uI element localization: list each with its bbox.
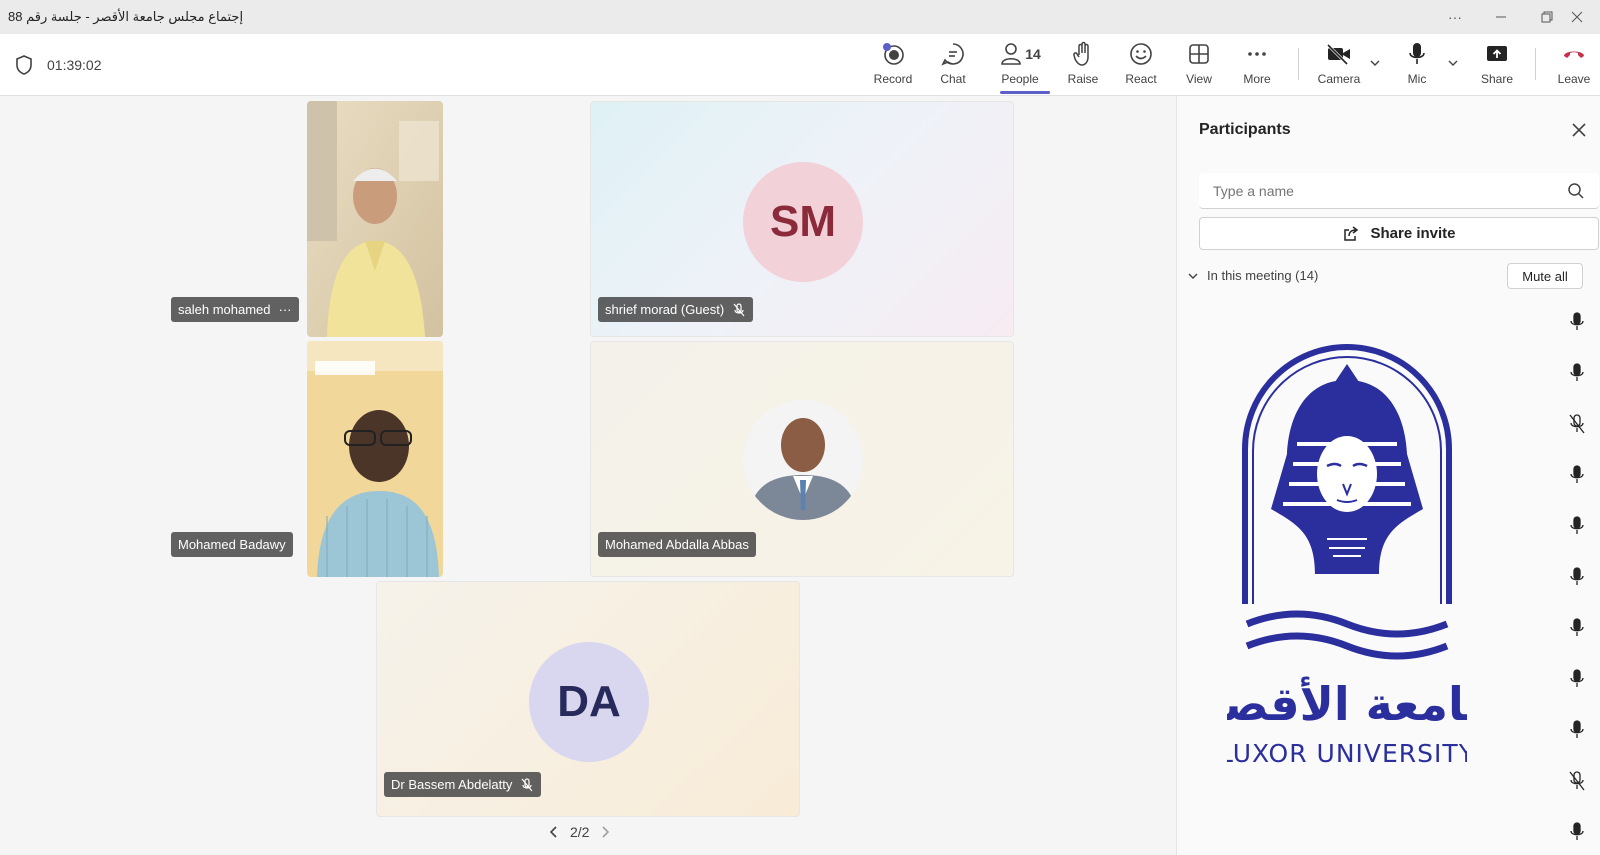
participant-mic-icon[interactable]	[1567, 668, 1587, 690]
camera-chevron-down-icon[interactable]	[1369, 57, 1381, 69]
window-title: إجتماع مجلس جامعة الأقصر - جلسة رقم 88	[8, 9, 244, 24]
participant-name: Dr Bassem Abdelatty	[391, 777, 513, 792]
leave-button[interactable]: Leave	[1552, 40, 1596, 92]
participant-mic-icon[interactable]	[1567, 362, 1587, 384]
meeting-toolbar: 01:39:02 Record Chat 14 People Raise Rea…	[0, 34, 1600, 96]
chat-label: Chat	[940, 72, 966, 86]
avatar-sm: SM	[743, 162, 863, 282]
mic-icon	[1406, 40, 1428, 68]
minimize-icon[interactable]	[1478, 0, 1524, 34]
mic-button[interactable]: Mic	[1394, 40, 1440, 92]
participant-mic-icon[interactable]	[1567, 311, 1587, 333]
mic-label: Mic	[1407, 72, 1427, 86]
more-dots-icon	[1245, 40, 1269, 68]
participant-name: shrief morad (Guest)	[605, 302, 725, 317]
more-label: More	[1243, 72, 1271, 86]
search-input[interactable]	[1213, 182, 1553, 199]
participant-video	[307, 101, 443, 337]
people-button[interactable]: 14 People	[988, 40, 1052, 92]
name-tag-saleh-mohamed: saleh mohamed ···	[171, 297, 299, 322]
logo-arabic-text: جامعة الأقصر	[1227, 676, 1467, 731]
participant-name: saleh mohamed	[178, 302, 271, 317]
toolbar-divider-2	[1535, 48, 1536, 80]
panel-title: Participants	[1199, 121, 1291, 138]
muted-mic-icon	[521, 777, 533, 791]
in-meeting-section-header[interactable]: In this meeting (14)	[1187, 268, 1318, 283]
react-label: React	[1125, 72, 1157, 86]
section-label: In this meeting (14)	[1207, 268, 1319, 283]
hang-up-icon	[1561, 40, 1587, 68]
chevron-right-icon[interactable]	[599, 825, 611, 839]
name-tag-dr-bassem-abdelatty: Dr Bassem Abdelatty	[384, 772, 542, 797]
search-icon	[1568, 183, 1584, 199]
participant-muted-mic-icon[interactable]	[1567, 770, 1587, 792]
close-icon[interactable]	[1569, 120, 1589, 140]
page-indicator: 2/2	[570, 824, 590, 840]
participants-panel: Participants Share invite In this meetin…	[1176, 96, 1600, 855]
participant-mic-icon[interactable]	[1567, 617, 1587, 639]
participant-search	[1199, 173, 1599, 209]
raise-hand-icon	[1071, 40, 1095, 68]
meeting-timer: 01:39:02	[47, 57, 102, 73]
participant-mic-icon[interactable]	[1567, 515, 1587, 537]
video-tile-saleh-mohamed[interactable]	[307, 101, 443, 337]
muted-mic-icon	[733, 302, 745, 316]
leave-label: Leave	[1557, 72, 1591, 86]
title-bar: إجتماع مجلس جامعة الأقصر - جلسة رقم 88 ·…	[0, 0, 1600, 34]
record-button[interactable]: Record	[870, 40, 916, 92]
video-stage: saleh mohamed ··· SM shrief morad (Guest…	[0, 96, 1176, 855]
view-label: View	[1186, 72, 1212, 86]
name-tag-mohamed-abdalla-abbas: Mohamed Abdalla Abbas	[598, 532, 756, 557]
mic-chevron-down-icon[interactable]	[1447, 57, 1459, 69]
name-tag-shrief-morad: shrief morad (Guest)	[598, 297, 754, 322]
gallery-pager: 2/2	[548, 824, 611, 840]
participant-muted-mic-icon[interactable]	[1567, 413, 1587, 435]
shield-icon	[16, 55, 32, 75]
participant-video	[307, 341, 443, 577]
chevron-down-icon	[1188, 273, 1198, 279]
tile-more-icon[interactable]: ···	[279, 302, 292, 317]
participant-name: Mohamed Badawy	[178, 537, 286, 552]
raise-label: Raise	[1067, 72, 1099, 86]
grid-view-icon	[1187, 40, 1211, 68]
chevron-left-icon[interactable]	[548, 825, 560, 839]
chat-button[interactable]: Chat	[930, 40, 976, 92]
participant-mic-icon[interactable]	[1567, 566, 1587, 588]
participant-mic-icon[interactable]	[1567, 821, 1587, 843]
avatar-photo	[743, 400, 863, 520]
share-icon	[1344, 225, 1359, 241]
camera-label: Camera	[1317, 72, 1361, 86]
avatar-da: DA	[529, 642, 649, 762]
share-invite-button[interactable]: Share invite	[1199, 217, 1599, 250]
close-window-icon[interactable]	[1554, 0, 1600, 34]
record-icon	[880, 40, 906, 68]
share-label: Share	[1480, 72, 1514, 86]
view-button[interactable]: View	[1176, 40, 1222, 92]
smile-icon	[1128, 40, 1154, 68]
name-tag-mohamed-badawy: Mohamed Badawy	[171, 532, 293, 557]
share-button[interactable]: Share	[1474, 40, 1520, 92]
mute-all-button[interactable]: Mute all	[1507, 263, 1583, 289]
people-count: 14	[1025, 46, 1041, 62]
participant-mic-icon[interactable]	[1567, 719, 1587, 741]
chat-icon	[940, 40, 966, 68]
share-screen-icon	[1484, 40, 1510, 68]
record-label: Record	[873, 72, 913, 86]
more-options-icon[interactable]: ···	[1432, 0, 1478, 34]
people-label: People	[1001, 72, 1039, 86]
participant-name: Mohamed Abdalla Abbas	[605, 537, 749, 552]
more-button[interactable]: More	[1234, 40, 1280, 92]
raise-hand-button[interactable]: Raise	[1060, 40, 1106, 92]
share-invite-label: Share invite	[1370, 225, 1456, 242]
react-button[interactable]: React	[1118, 40, 1164, 92]
participant-mic-icon[interactable]	[1567, 464, 1587, 486]
camera-off-icon	[1325, 40, 1353, 68]
camera-button[interactable]: Camera	[1314, 40, 1364, 92]
video-tile-mohamed-badawy[interactable]	[307, 341, 443, 577]
toolbar-divider	[1298, 48, 1299, 80]
people-icon: 14	[999, 40, 1041, 68]
logo-english-text: LUXOR UNIVERSITY	[1227, 739, 1467, 768]
people-tab-indicator	[1000, 91, 1050, 94]
luxor-university-logo: جامعة الأقصر LUXOR UNIVERSITY	[1227, 344, 1467, 768]
